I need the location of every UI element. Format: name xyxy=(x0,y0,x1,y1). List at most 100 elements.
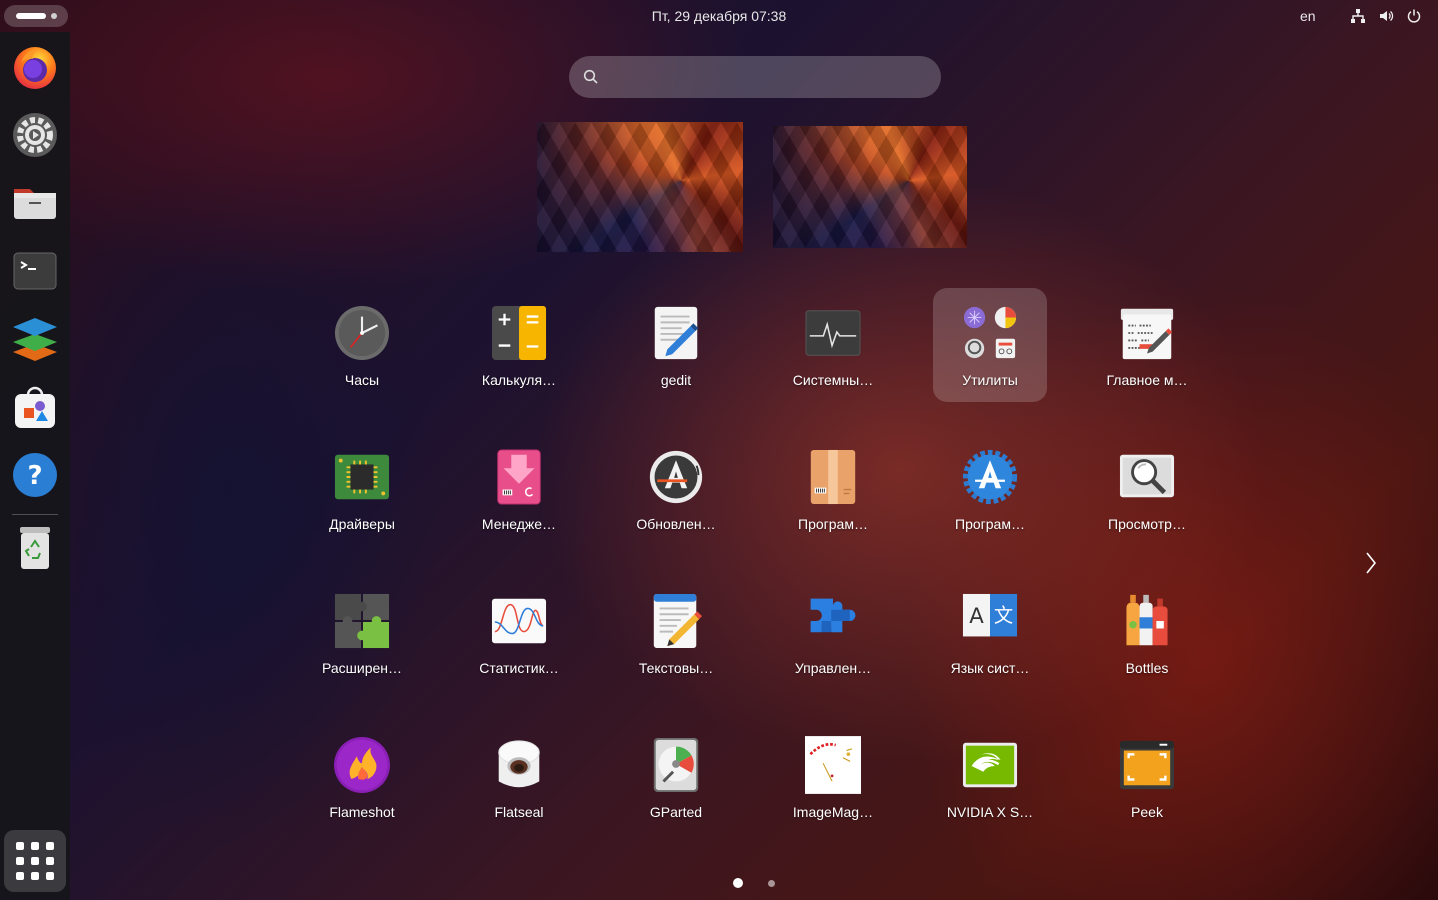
network-icon[interactable] xyxy=(1348,6,1368,26)
app-label: Язык сист… xyxy=(950,660,1030,676)
workspace-thumbnail-1[interactable] xyxy=(537,122,743,252)
app-label: Flameshot xyxy=(329,804,395,820)
settings-gear-icon xyxy=(11,111,59,164)
dock-help[interactable]: ? xyxy=(8,450,62,504)
app-software-properties[interactable]: Програм… xyxy=(933,432,1047,546)
app-flameshot[interactable]: Flameshot xyxy=(305,720,419,834)
statistics-chart-icon xyxy=(491,593,547,649)
layers-icon xyxy=(10,314,60,369)
app-software-updater[interactable]: Обновлен… xyxy=(619,432,733,546)
gparted-icon xyxy=(648,737,704,793)
search-input[interactable] xyxy=(613,56,927,100)
app-label: Програм… xyxy=(798,516,868,532)
next-page-chevron-icon[interactable] xyxy=(1358,548,1384,578)
app-label: Менедже… xyxy=(481,516,557,532)
firefox-icon xyxy=(11,43,59,96)
dock-files[interactable] xyxy=(8,178,62,232)
page-indicator-1[interactable] xyxy=(733,878,743,888)
software-properties-icon xyxy=(962,449,1018,505)
app-system-monitor[interactable]: Системны… xyxy=(776,288,890,402)
app-label: Драйверы xyxy=(329,516,395,532)
app-statistics[interactable]: Статистик… xyxy=(462,576,576,690)
extensions-puzzle-icon xyxy=(334,593,390,649)
app-label: Управлен… xyxy=(794,660,872,676)
app-gparted[interactable]: GParted xyxy=(619,720,733,834)
app-gedit[interactable]: gedit xyxy=(619,288,733,402)
app-label: Обновлен… xyxy=(636,516,716,532)
app-package-installer[interactable]: Програм… xyxy=(776,432,890,546)
trash-icon xyxy=(11,523,59,576)
power-icon[interactable] xyxy=(1404,6,1424,26)
keyboard-language-indicator[interactable]: en xyxy=(1300,8,1316,24)
help-question-icon: ? xyxy=(11,451,59,504)
page-indicator-2[interactable] xyxy=(768,880,775,887)
app-label: Статистик… xyxy=(479,660,559,676)
flameshot-icon xyxy=(334,737,390,793)
flatseal-icon xyxy=(491,737,547,793)
app-package-manager[interactable]: Менедже… xyxy=(462,432,576,546)
app-label: Расширен… xyxy=(321,660,402,676)
app-main-menu[interactable]: Главное м… xyxy=(1090,288,1204,402)
app-imagemagick[interactable]: ImageMag… xyxy=(776,720,890,834)
calculator-icon xyxy=(491,305,547,361)
app-label: Peek xyxy=(1131,804,1163,820)
app-text-editor[interactable]: Текстовы… xyxy=(619,576,733,690)
dock-app-center[interactable] xyxy=(8,382,62,436)
dock-trash[interactable] xyxy=(8,522,62,576)
app-clocks[interactable]: Часы xyxy=(305,288,419,402)
show-apps-button[interactable] xyxy=(4,830,66,892)
bottles-icon xyxy=(1119,593,1175,649)
app-label: Просмотр… xyxy=(1108,516,1186,532)
text-editor-icon xyxy=(648,593,704,649)
package-box-icon xyxy=(805,449,861,505)
search-bar[interactable] xyxy=(569,56,941,100)
gedit-icon xyxy=(648,305,704,361)
dock-firefox[interactable] xyxy=(8,42,62,96)
app-nvidia-settings[interactable]: NVIDIA X S… xyxy=(933,720,1047,834)
app-label: Утилиты xyxy=(962,372,1018,388)
app-extensions[interactable]: Расширен… xyxy=(305,576,419,690)
app-label: ImageMag… xyxy=(792,804,874,820)
svg-text:A: A xyxy=(969,604,984,629)
svg-text:?: ? xyxy=(27,461,42,491)
app-label: Часы xyxy=(344,372,380,388)
drivers-chip-icon xyxy=(334,449,390,505)
app-peek[interactable]: Peek xyxy=(1090,720,1204,834)
app-label: Flatseal xyxy=(494,804,544,820)
volume-icon[interactable] xyxy=(1376,6,1396,26)
image-viewer-icon xyxy=(1119,449,1175,505)
app-bottles[interactable]: Bottles xyxy=(1090,576,1204,690)
app-center-bag-icon xyxy=(11,383,59,436)
system-monitor-icon xyxy=(805,305,861,361)
app-label: Текстовы… xyxy=(638,660,714,676)
folder-icon xyxy=(11,179,59,232)
date-time-clock[interactable]: Пт, 29 декабря 07:38 xyxy=(0,8,1438,24)
package-manager-icon xyxy=(491,449,547,505)
imagemagick-icon xyxy=(805,736,861,794)
workspace-thumbnail-2[interactable] xyxy=(773,126,967,248)
app-image-viewer[interactable]: Просмотр… xyxy=(1090,432,1204,546)
terminal-icon xyxy=(11,247,59,300)
nvidia-icon xyxy=(962,737,1018,793)
dock-terminal[interactable] xyxy=(8,246,62,300)
app-label: NVIDIA X S… xyxy=(946,804,1034,820)
dock-settings[interactable] xyxy=(8,110,62,164)
svg-text:文: 文 xyxy=(994,604,1013,627)
app-language-support[interactable]: A文 Язык сист… xyxy=(933,576,1047,690)
dock-separator xyxy=(12,514,58,515)
app-flatseal[interactable]: Flatseal xyxy=(462,720,576,834)
app-calculator[interactable]: Калькуля… xyxy=(462,288,576,402)
folder-utilities[interactable]: Утилиты xyxy=(933,288,1047,402)
app-label: GParted xyxy=(649,804,703,820)
dock: ? xyxy=(0,32,70,900)
utilities-folder-icon xyxy=(962,305,1018,361)
dock-layers-app[interactable] xyxy=(8,314,62,368)
search-icon xyxy=(583,69,599,90)
app-extension-manager[interactable]: Управлен… xyxy=(776,576,890,690)
software-updater-icon xyxy=(648,449,704,505)
language-support-icon: A文 xyxy=(962,593,1018,649)
app-label: gedit xyxy=(660,372,692,388)
app-drivers[interactable]: Драйверы xyxy=(305,432,419,546)
clock-icon xyxy=(334,305,390,361)
extension-manager-icon xyxy=(805,593,861,649)
